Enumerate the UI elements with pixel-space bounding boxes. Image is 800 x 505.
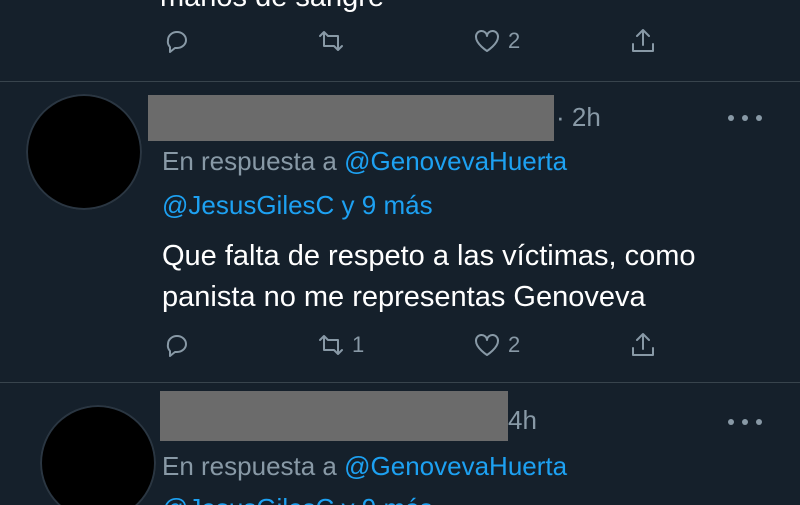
tweet-text-line: Que falta de respeto a las víctimas, com… bbox=[162, 240, 696, 272]
tweet-time: 4h bbox=[508, 405, 537, 435]
tweet[interactable]: 4h En respuesta a @GenovevaHuerta @Jesus… bbox=[0, 383, 800, 505]
more-icon[interactable] bbox=[728, 113, 762, 123]
reply-button[interactable] bbox=[162, 330, 198, 360]
share-icon bbox=[632, 333, 654, 356]
reply-to-link[interactable]: @GenovevaHuerta bbox=[344, 451, 567, 481]
reply-button[interactable] bbox=[162, 26, 198, 56]
like-button[interactable]: 2 bbox=[472, 26, 520, 56]
tweet-actions: 1 2 bbox=[0, 330, 800, 370]
like-icon bbox=[475, 334, 499, 356]
like-count: 2 bbox=[508, 332, 521, 357]
retweet-icon bbox=[319, 335, 343, 355]
avatar[interactable] bbox=[40, 405, 156, 505]
reply-to-link[interactable]: @GenovevaHuerta bbox=[344, 146, 567, 176]
reply-to-more-link[interactable]: @JesusGilesC y 9 más bbox=[162, 188, 433, 222]
retweet-button[interactable] bbox=[316, 26, 352, 56]
share-button[interactable] bbox=[628, 330, 658, 360]
tweet-time: · 2h bbox=[556, 102, 601, 132]
reply-prefix: En respuesta a bbox=[162, 451, 337, 481]
reply-to-more-link[interactable]: @JesusGilesC y 9 más bbox=[162, 491, 433, 505]
like-button[interactable]: 2 bbox=[472, 330, 520, 360]
share-button[interactable] bbox=[628, 26, 658, 56]
share-icon bbox=[632, 29, 654, 52]
tweet-previous[interactable]: manos de sangre 2 bbox=[0, 0, 800, 82]
avatar[interactable] bbox=[26, 94, 142, 210]
retweet-button[interactable]: 1 bbox=[316, 330, 364, 360]
retweet-count: 1 bbox=[352, 332, 365, 357]
reply-prefix: En respuesta a bbox=[162, 146, 337, 176]
tweet-text-line: panista no me representas Genoveva bbox=[162, 281, 646, 313]
tweet-text: manos de sangre bbox=[160, 0, 384, 16]
reply-icon bbox=[166, 335, 187, 357]
retweet-icon bbox=[319, 31, 343, 51]
redacted-username bbox=[160, 391, 508, 441]
tweet[interactable]: · 2h En respuesta a @GenovevaHuerta @Jes… bbox=[0, 82, 800, 382]
reply-context: En respuesta a @GenovevaHuerta bbox=[162, 144, 567, 178]
tweet-actions: 2 bbox=[0, 26, 800, 66]
redacted-username bbox=[148, 95, 554, 141]
more-icon[interactable] bbox=[728, 417, 762, 427]
reply-context: En respuesta a @GenovevaHuerta bbox=[162, 449, 567, 483]
like-icon bbox=[475, 30, 499, 52]
reply-icon bbox=[166, 31, 187, 53]
